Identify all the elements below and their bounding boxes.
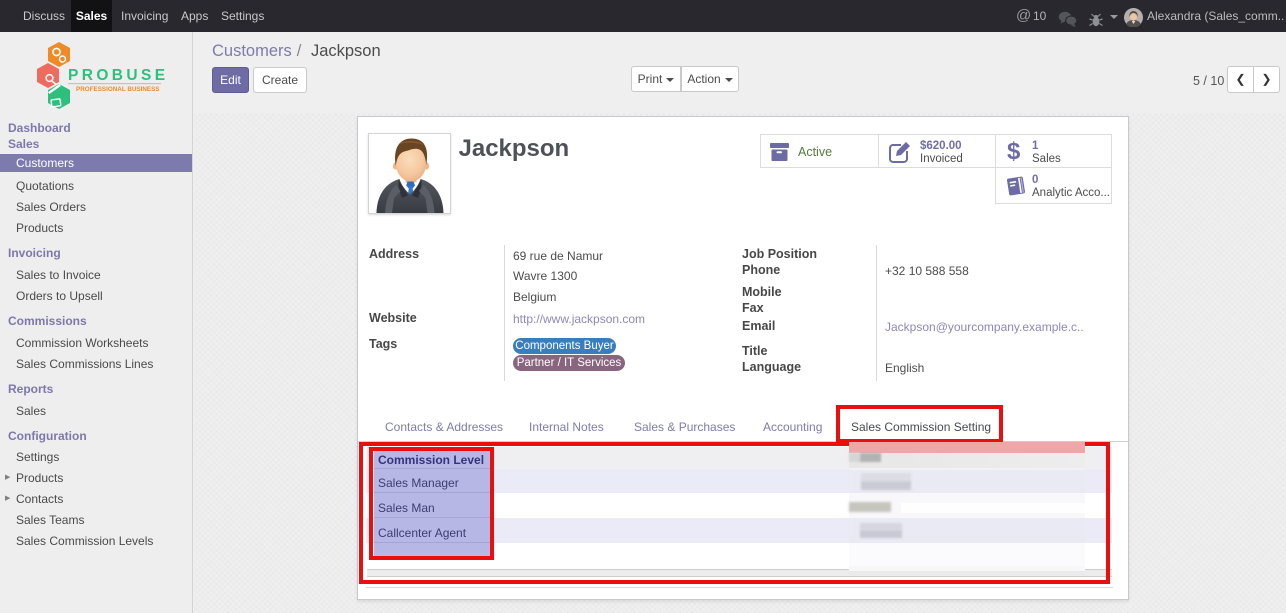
svg-text:PROBUSE: PROBUSE bbox=[68, 67, 168, 84]
svg-text:PROFESSIONAL BUSINESS: PROFESSIONAL BUSINESS bbox=[76, 86, 160, 93]
